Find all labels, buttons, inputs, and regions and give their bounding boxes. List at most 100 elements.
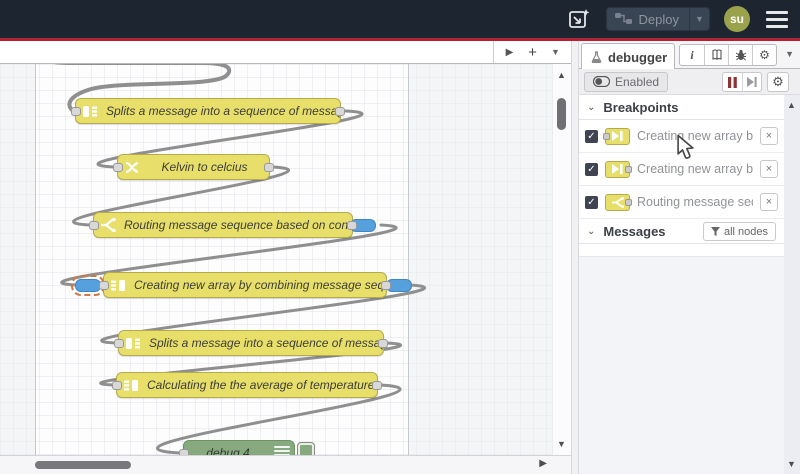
filter-all-nodes-button[interactable]: all nodes: [702, 222, 776, 241]
sidebar-tabbar: debugger i ⚙ ▼: [579, 41, 800, 70]
input-port[interactable]: [114, 339, 124, 348]
help-tab-icon[interactable]: [704, 45, 728, 65]
toggle-icon: [593, 76, 610, 87]
hscroll-thumb[interactable]: [35, 461, 131, 469]
sidebar-scroll-down-icon[interactable]: ▼: [786, 459, 797, 469]
step-button[interactable]: [742, 73, 761, 91]
breakpoint-checkbox[interactable]: ✓: [585, 162, 598, 176]
input-port[interactable]: [99, 281, 109, 290]
input-port[interactable]: [113, 163, 123, 172]
flow-node-join-2[interactable]: Calculating the the average of temperatu…: [112, 372, 382, 398]
deploy-label: Deploy: [638, 11, 679, 27]
node-label: Splits a message into a sequence of mess…: [106, 104, 340, 118]
avatar[interactable]: su: [724, 6, 750, 32]
scroll-up-icon[interactable]: ▲: [556, 70, 567, 80]
flow-node-switch[interactable]: Routing message sequence based on condit…: [89, 212, 376, 238]
sidebar-tab-buttons: i ⚙: [679, 44, 777, 66]
sidebar-splitter[interactable]: [571, 41, 579, 474]
vscroll-thumb[interactable]: [557, 98, 566, 130]
flask-icon: [591, 51, 602, 63]
input-port[interactable]: [179, 449, 189, 455]
config-tab-icon[interactable]: ⚙: [752, 45, 776, 65]
debug-messages-tab-icon[interactable]: [728, 45, 752, 65]
messages-section-header[interactable]: ⌄ Messages all nodes: [579, 219, 784, 244]
tab-scroll-right-icon[interactable]: ▶: [500, 43, 519, 61]
breakpoint-row[interactable]: ✓ Routing message sequence based on cond…: [579, 186, 784, 219]
output-port-nub: [625, 165, 632, 173]
output-port-nub: [625, 198, 632, 206]
node-red-app: Deploy ▼ su ▶ + ▼ Splits a message into …: [0, 0, 800, 474]
output-port[interactable]: [378, 339, 388, 348]
flow-list-icon[interactable]: ▼: [546, 43, 565, 61]
breakpoint-marker-input-selected[interactable]: [71, 275, 105, 296]
messages-empty-area: [579, 244, 784, 257]
breakpoint-node-icon: [603, 127, 630, 145]
sidebar: debugger i ⚙ ▼ Enabled ⚙ ▲ ▼ ⌄ Breakpoin…: [579, 41, 800, 474]
node-label: debug 4: [206, 446, 250, 455]
remove-breakpoint-button[interactable]: ×: [760, 193, 778, 211]
debugger-enabled-toggle[interactable]: Enabled: [584, 71, 669, 92]
pause-button[interactable]: [723, 73, 742, 91]
section-title: Messages: [603, 223, 666, 239]
output-port[interactable]: [372, 381, 382, 390]
scroll-down-icon[interactable]: ▼: [556, 439, 567, 449]
remove-breakpoint-button[interactable]: ×: [760, 160, 778, 178]
remove-breakpoint-button[interactable]: ×: [760, 127, 778, 145]
node-label: Splits a message into a sequence of mess…: [149, 336, 383, 350]
menu-icon[interactable]: [764, 7, 790, 32]
output-port[interactable]: [264, 163, 274, 172]
info-tab-icon[interactable]: i: [680, 45, 704, 65]
flow-node-join-1[interactable]: Creating new array by combining message …: [71, 272, 412, 298]
add-flow-icon[interactable]: +: [523, 43, 542, 61]
flow-node-split-2[interactable]: Splits a message into a sequence of mess…: [114, 330, 388, 356]
export-image-icon[interactable]: [566, 6, 592, 32]
breakpoint-node-icon: [605, 160, 632, 178]
breakpoint-label: Routing message sequence based on condit…: [637, 195, 753, 209]
breakpoint-node-icon: [605, 193, 632, 211]
tab-label: debugger: [608, 49, 668, 65]
node-label: Routing message sequence based on condit…: [124, 218, 352, 232]
funnel-icon: [710, 227, 720, 236]
sidebar-scrollbar[interactable]: ▲ ▼: [784, 95, 800, 474]
filter-label: all nodes: [723, 225, 768, 238]
output-port[interactable]: [381, 281, 391, 290]
flow-node-split-1[interactable]: Splits a message into a sequence of mess…: [71, 98, 345, 124]
tab-debugger[interactable]: debugger: [581, 43, 675, 70]
debug-toggle-button[interactable]: [297, 442, 315, 455]
output-port[interactable]: [335, 107, 345, 116]
debugger-settings-button[interactable]: ⚙: [767, 72, 789, 92]
collapse-icon: ⌄: [587, 225, 596, 237]
section-title: Breakpoints: [603, 99, 679, 115]
mouse-cursor: [677, 134, 694, 159]
input-port[interactable]: [89, 221, 99, 230]
flow-node-debug[interactable]: debug 4: [179, 440, 315, 455]
debugger-toolbar: Enabled ⚙: [579, 69, 800, 95]
deploy-caret-icon[interactable]: ▼: [689, 8, 709, 30]
flow-canvas[interactable]: Splits a message into a sequence of mess…: [0, 64, 571, 455]
debug-list-icon: [274, 443, 290, 455]
collapse-icon: ⌄: [587, 101, 596, 113]
input-port[interactable]: [112, 381, 122, 390]
input-port[interactable]: [71, 107, 81, 116]
flow-node-change[interactable]: Kelvin to celcius: [113, 154, 274, 180]
enabled-label: Enabled: [615, 74, 660, 89]
sidebar-tabs-more-icon[interactable]: ▼: [785, 49, 794, 59]
input-port-nub: [603, 132, 610, 140]
canvas-vscrollbar[interactable]: ▲ ▼: [552, 64, 571, 455]
node-label: Kelvin to celcius: [161, 160, 248, 174]
sidebar-scroll-up-icon[interactable]: ▲: [786, 100, 797, 110]
canvas-hscrollbar[interactable]: ▶: [0, 455, 571, 474]
output-port[interactable]: [347, 221, 357, 230]
scroll-right-icon[interactable]: ▶: [539, 458, 547, 469]
header: Deploy ▼ su: [0, 0, 800, 38]
workspace-tabbar: ▶ + ▼: [0, 41, 571, 64]
breakpoint-checkbox[interactable]: ✓: [585, 129, 598, 143]
breakpoint-label: Creating new array by combining message …: [637, 162, 753, 176]
breakpoint-checkbox[interactable]: ✓: [585, 195, 598, 209]
node-label: Calculating the the average of temperatu…: [147, 378, 375, 392]
canvas-column: ▶ + ▼ Splits a message into a sequence o…: [0, 41, 571, 474]
breakpoints-section-header[interactable]: ⌄ Breakpoints: [579, 95, 784, 120]
deploy-button[interactable]: Deploy ▼: [605, 7, 710, 31]
node-label: Creating new array by combining message …: [134, 278, 386, 292]
deploy-icon: [607, 13, 633, 25]
